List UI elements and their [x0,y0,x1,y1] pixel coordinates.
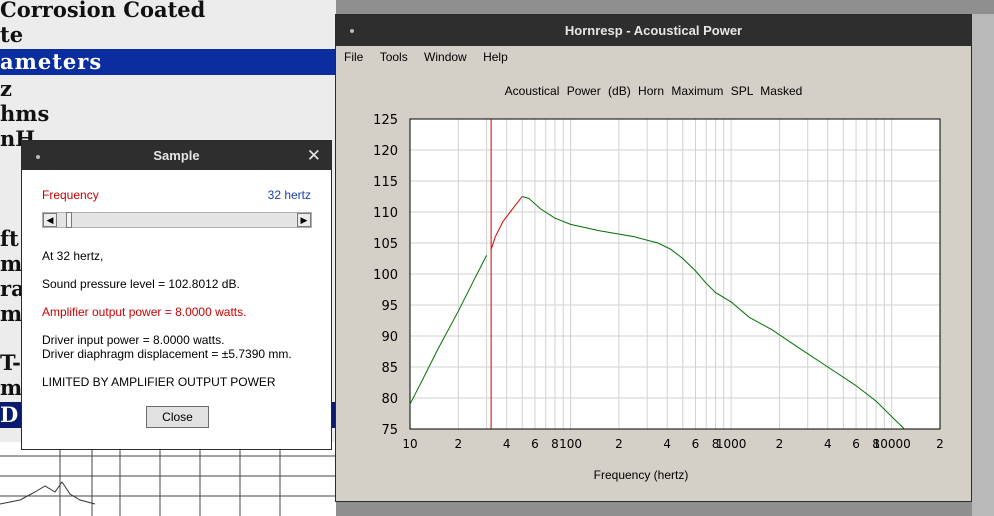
close-button[interactable]: Close [146,406,209,428]
x-tick-label: 10 [402,437,417,451]
y-tick-label: 85 [381,361,398,376]
y-tick-label: 115 [373,175,398,190]
x-tick-label: 4 [824,437,832,451]
bg-section-header: ameters [0,49,336,75]
bg-row: Corrosion Coated [0,0,206,22]
y-tick-label: 125 [373,113,398,128]
window-menu-icon[interactable] [36,155,40,159]
amplifier-power-text: Amplifier output power = 8.0000 watts. [42,305,247,319]
background-window-edge [972,14,994,516]
slider-left-arrow-icon[interactable]: ◀ [43,213,57,227]
x-tick-label: 100 [559,437,582,451]
bg-row: te [0,22,24,47]
y-tick-label: 80 [381,392,398,407]
x-tick-label: 4 [663,437,671,451]
y-tick-label: 105 [373,237,398,252]
x-tick-label: 8 [551,437,559,451]
frequency-value: 32 hertz [267,188,311,202]
y-tick-label: 95 [381,299,398,314]
x-tick-label: 4 [503,437,511,451]
spl-text: Sound pressure level = 102.8012 dB. [42,277,240,291]
sample-titlebar[interactable]: Sample ✕ [22,141,331,170]
x-tick-label: 10000 [873,437,911,451]
dialog-title: Sample [153,148,200,163]
x-tick-label: 2 [936,437,944,451]
x-tick-label: 6 [692,437,700,451]
x-tick-label: 6 [531,437,539,451]
bg-mini-graph [0,442,336,516]
limited-text: LIMITED BY AMPLIFIER OUTPUT POWER [42,375,276,389]
hornresp-window: Hornresp - Acoustical Power File Tools W… [335,14,972,502]
frequency-label: Frequency [42,188,99,202]
y-tick-label: 110 [373,206,398,221]
slider-thumb[interactable] [66,212,72,228]
y-tick-label: 90 [381,330,398,345]
driver-input-text: Driver input power = 8.0000 watts. [42,333,225,347]
bg-row: hms [0,101,50,126]
bg-row: z [0,76,12,101]
displacement-text: Driver diaphragm displacement = ±5.7390 … [42,347,292,361]
x-tick-label: 1000 [716,437,747,451]
x-axis-label: Frequency (hertz) [594,468,689,482]
sample-at-text: At 32 hertz, [42,249,104,263]
x-tick-label: 2 [455,437,463,451]
x-tick-label: 2 [615,437,623,451]
frequency-slider[interactable]: ◀ ▶ [42,212,312,228]
acoustical-power-chart[interactable]: 7580859095100105110115120125 10 2 4 6 8 100 2 4… [336,15,971,501]
close-icon[interactable]: ✕ [307,141,321,170]
y-tick-label: 120 [373,144,398,159]
y-tick-label: 75 [381,423,398,438]
y-tick-label: 100 [373,268,398,283]
x-tick-label: 6 [852,437,860,451]
slider-right-arrow-icon[interactable]: ▶ [297,213,311,227]
x-tick-label: 2 [776,437,784,451]
sample-dialog: Sample ✕ Frequency 32 hertz ◀ ▶ At 32 he… [21,140,332,450]
